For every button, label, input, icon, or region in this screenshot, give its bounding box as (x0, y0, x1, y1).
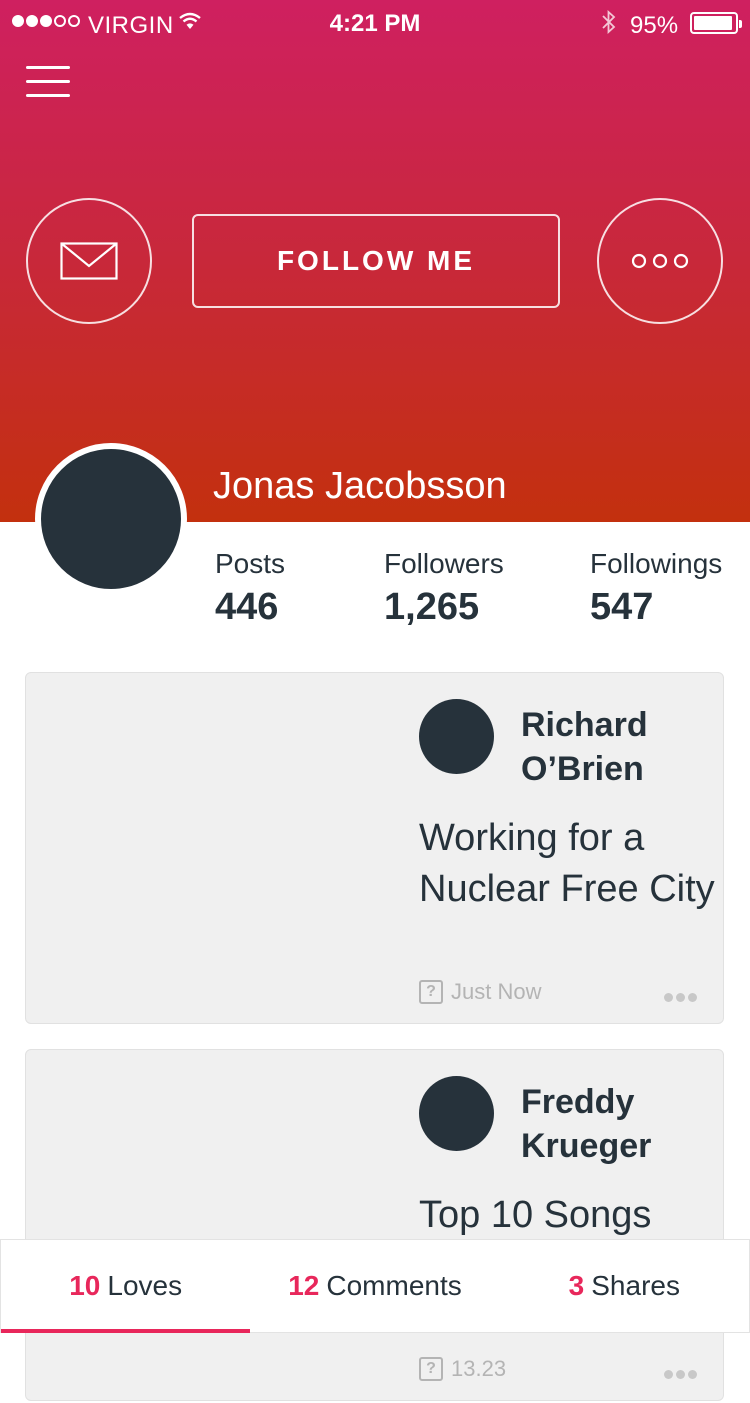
stat-label: Posts (215, 548, 286, 579)
question-icon: ? (419, 980, 443, 1004)
author-avatar[interactable] (419, 699, 494, 774)
message-button[interactable] (26, 198, 152, 324)
post-time: Just Now (451, 979, 542, 1004)
post-card[interactable]: Richard O’Brien Working for a Nuclear Fr… (25, 672, 724, 1024)
stat-followings[interactable]: Followings 547 (590, 548, 722, 629)
author-avatar[interactable] (419, 1076, 494, 1151)
hamburger-menu-icon[interactable] (26, 66, 70, 98)
stat-posts[interactable]: Posts 446 (215, 548, 285, 629)
stat-label: Followers (384, 548, 504, 579)
post-more-icon[interactable] (664, 1370, 697, 1379)
tab-comments[interactable]: 12 Comments (250, 1240, 499, 1332)
envelope-icon (60, 242, 118, 280)
follow-button[interactable]: FOLLOW ME (192, 214, 560, 308)
engagement-tab-bar: 10 Loves 12 Comments 3 Shares (0, 1239, 750, 1333)
question-icon: ? (419, 1357, 443, 1381)
stat-followers[interactable]: Followers 1,265 (384, 548, 504, 629)
more-dots-icon (631, 253, 689, 269)
tab-count: 10 (69, 1270, 101, 1301)
post-time: 13.23 (451, 1356, 507, 1381)
profile-name: Jonas Jacobsson (213, 465, 507, 507)
post-author[interactable]: Richard O’Brien (521, 703, 721, 791)
post-more-icon[interactable] (664, 993, 697, 1002)
post-card[interactable]: Freddy Krueger Top 10 Songs ? 13.23 (25, 1049, 724, 1401)
battery-percentage: 95% (630, 12, 679, 39)
tab-label: Comments (326, 1270, 462, 1301)
more-options-button[interactable] (597, 198, 723, 324)
post-text: Top 10 Songs (419, 1194, 652, 1236)
tab-label: Shares (591, 1270, 680, 1301)
post-author[interactable]: Freddy Krueger (521, 1080, 721, 1168)
post-meta: ? 13.23 (419, 1356, 506, 1382)
stat-value: 446 (215, 586, 279, 628)
stat-value: 547 (590, 586, 654, 628)
post-meta: ? Just Now (419, 979, 541, 1005)
tab-label: Loves (107, 1270, 183, 1301)
tab-shares[interactable]: 3 Shares (500, 1240, 749, 1332)
post-text: Working for a Nuclear Free City (419, 817, 715, 910)
bluetooth-icon (600, 8, 618, 43)
stat-value: 1,265 (384, 586, 480, 628)
tab-count: 3 (568, 1270, 585, 1301)
status-bar: VIRGIN 4:21 PM 95% (0, 0, 750, 48)
battery-fill (694, 16, 732, 30)
profile-avatar[interactable] (35, 443, 187, 595)
tab-count: 12 (288, 1270, 320, 1301)
stat-label: Followings (590, 548, 723, 579)
tab-loves[interactable]: 10 Loves (1, 1240, 251, 1333)
battery-icon (690, 12, 742, 34)
